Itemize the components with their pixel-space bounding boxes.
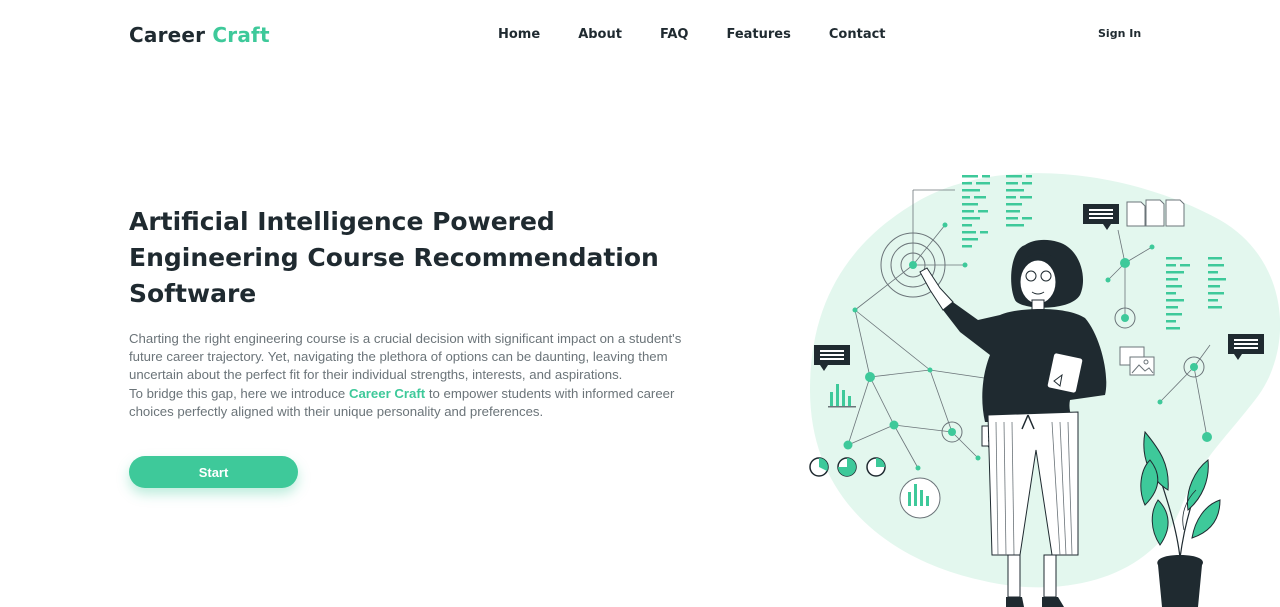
hero-brand-highlight: Career Craft: [348, 385, 426, 401]
start-button[interactable]: Start: [129, 456, 298, 488]
sign-in-link[interactable]: Sign In: [1098, 27, 1141, 40]
pie-chart-icon: [809, 457, 886, 477]
hero-title-line1: Artificial Intelligence Powered: [129, 207, 555, 236]
hero-paragraph-2-start: To bridge this gap, here we introduce: [129, 385, 349, 401]
logo-part-craft: Craft: [212, 23, 270, 47]
document-icon: [1126, 199, 1185, 227]
hero-title-line2: Engineering Course Recommendation: [129, 243, 659, 272]
hero-title-line3: Software: [129, 279, 257, 308]
bar-chart-circle-icon: [899, 477, 941, 519]
hero-title: Artificial Intelligence Powered Engineer…: [129, 204, 689, 312]
hero-paragraph-1: Charting the right engineering course is…: [129, 331, 682, 383]
nav-about[interactable]: About: [578, 27, 622, 42]
nav-features[interactable]: Features: [726, 27, 790, 42]
nav-faq[interactable]: FAQ: [660, 27, 689, 42]
logo[interactable]: Career Craft: [129, 23, 270, 47]
hero-illustration: [809, 173, 1280, 607]
main-nav: Home About FAQ Features Contact: [498, 27, 924, 42]
hero-description: Charting the right engineering course is…: [129, 330, 709, 421]
logo-part-career: Career: [129, 23, 206, 47]
nav-contact[interactable]: Contact: [829, 27, 886, 42]
nav-home[interactable]: Home: [498, 27, 540, 42]
